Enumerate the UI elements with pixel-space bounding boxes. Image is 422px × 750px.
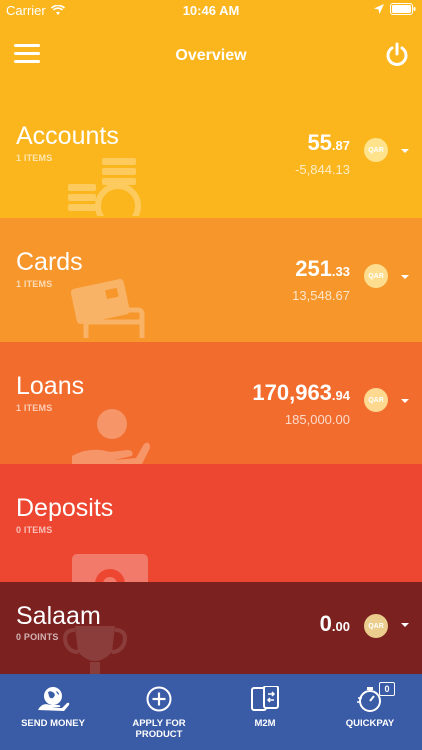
- amount-decimal: .94: [331, 388, 350, 403]
- bottom-tab-bar: SEND MONEY APPLY FOR PRODUCT M2M 0 QUICK…: [0, 674, 422, 750]
- salaam-amount: 0.00: [320, 611, 350, 637]
- hand-coin-icon: [72, 409, 150, 464]
- location-arrow-icon: [374, 4, 384, 14]
- amount-integer: 170,963: [252, 380, 332, 405]
- accounts-amount: 55.87: [307, 130, 350, 156]
- header: Overview: [0, 22, 422, 92]
- currency-badge: QAR: [364, 388, 388, 412]
- tab-icon-wrap: 0: [345, 682, 395, 712]
- chevron-down-icon[interactable]: [398, 620, 412, 630]
- tab-label: QUICKPAY: [345, 718, 395, 729]
- amount-integer: 0: [319, 611, 332, 636]
- quickpay-badge: 0: [379, 682, 395, 696]
- battery-icon: [390, 3, 416, 15]
- amount-decimal: .33: [331, 264, 350, 279]
- cards-title: Cards: [16, 248, 83, 276]
- amount-integer: 251: [295, 256, 332, 281]
- status-right: [374, 3, 416, 15]
- safe-icon: [72, 554, 148, 584]
- accounts-sub-amount: -5,844.13: [295, 162, 350, 177]
- currency-badge: QAR: [364, 138, 388, 162]
- tab-label: SEND MONEY: [21, 718, 85, 729]
- mobile-transfer-icon: [251, 686, 279, 711]
- loans-count: 1 ITEMS: [16, 403, 53, 413]
- amount-integer: 55: [307, 130, 332, 155]
- deposits-section[interactable]: Deposits 0 ITEMS: [0, 464, 422, 584]
- amount-decimal: .87: [331, 138, 350, 153]
- cards-amount: 251.33: [295, 256, 350, 282]
- power-icon[interactable]: [384, 42, 410, 68]
- tab-label: M2M: [254, 718, 276, 729]
- loans-sub-amount: 185,000.00: [284, 412, 350, 427]
- tab-m2m[interactable]: M2M: [212, 674, 318, 750]
- page-title: Overview: [175, 47, 247, 64]
- credit-card-icon: [70, 279, 145, 338]
- currency-badge: QAR: [364, 614, 388, 638]
- globe-hand-icon: [38, 687, 70, 711]
- loans-section[interactable]: Loans 1 ITEMS 170,963.94 185,000.00 QAR: [0, 342, 422, 464]
- chevron-down-icon[interactable]: [398, 272, 412, 282]
- tab-icon-wrap: [250, 686, 280, 712]
- tab-icon-wrap: [36, 686, 70, 712]
- chevron-down-icon[interactable]: [398, 146, 412, 156]
- accounts-title: Accounts: [16, 122, 119, 150]
- salaam-points: 0 POINTS: [16, 632, 59, 642]
- salaam-title: Salaam: [16, 602, 101, 630]
- overview-screen: Carrier 10:46 AM Overview Accounts 1 ITE…: [0, 0, 422, 750]
- chevron-down-icon[interactable]: [398, 396, 412, 406]
- tab-label: APPLY FOR PRODUCT: [132, 718, 186, 740]
- deposits-title: Deposits: [16, 494, 114, 522]
- plus-circle-icon: [146, 686, 172, 712]
- tab-send-money[interactable]: SEND MONEY: [0, 674, 106, 750]
- tab-quickpay[interactable]: 0 QUICKPAY: [318, 674, 422, 750]
- currency-badge: QAR: [364, 264, 388, 288]
- status-bar: Carrier 10:46 AM: [0, 0, 422, 22]
- tab-apply-for-product[interactable]: APPLY FOR PRODUCT: [106, 674, 212, 750]
- tab-icon-wrap: [146, 686, 172, 712]
- amount-decimal: .00: [331, 619, 350, 634]
- loans-amount: 170,963.94: [252, 380, 350, 406]
- cards-sub-amount: 13,548.67: [292, 288, 350, 303]
- salaam-section[interactable]: Salaam 0 POINTS 0.00 QAR: [0, 582, 422, 674]
- cards-count: 1 ITEMS: [16, 279, 53, 289]
- coins-icon: [68, 158, 141, 216]
- cards-section[interactable]: Cards 1 ITEMS 251.33 13,548.67 QAR: [0, 218, 422, 342]
- accounts-section[interactable]: Accounts 1 ITEMS 55.87 -5,844.13 QAR: [0, 92, 422, 218]
- accounts-count: 1 ITEMS: [16, 153, 53, 163]
- status-time: 10:46 AM: [182, 3, 240, 18]
- loans-title: Loans: [16, 372, 85, 400]
- deposits-count: 0 ITEMS: [16, 525, 53, 535]
